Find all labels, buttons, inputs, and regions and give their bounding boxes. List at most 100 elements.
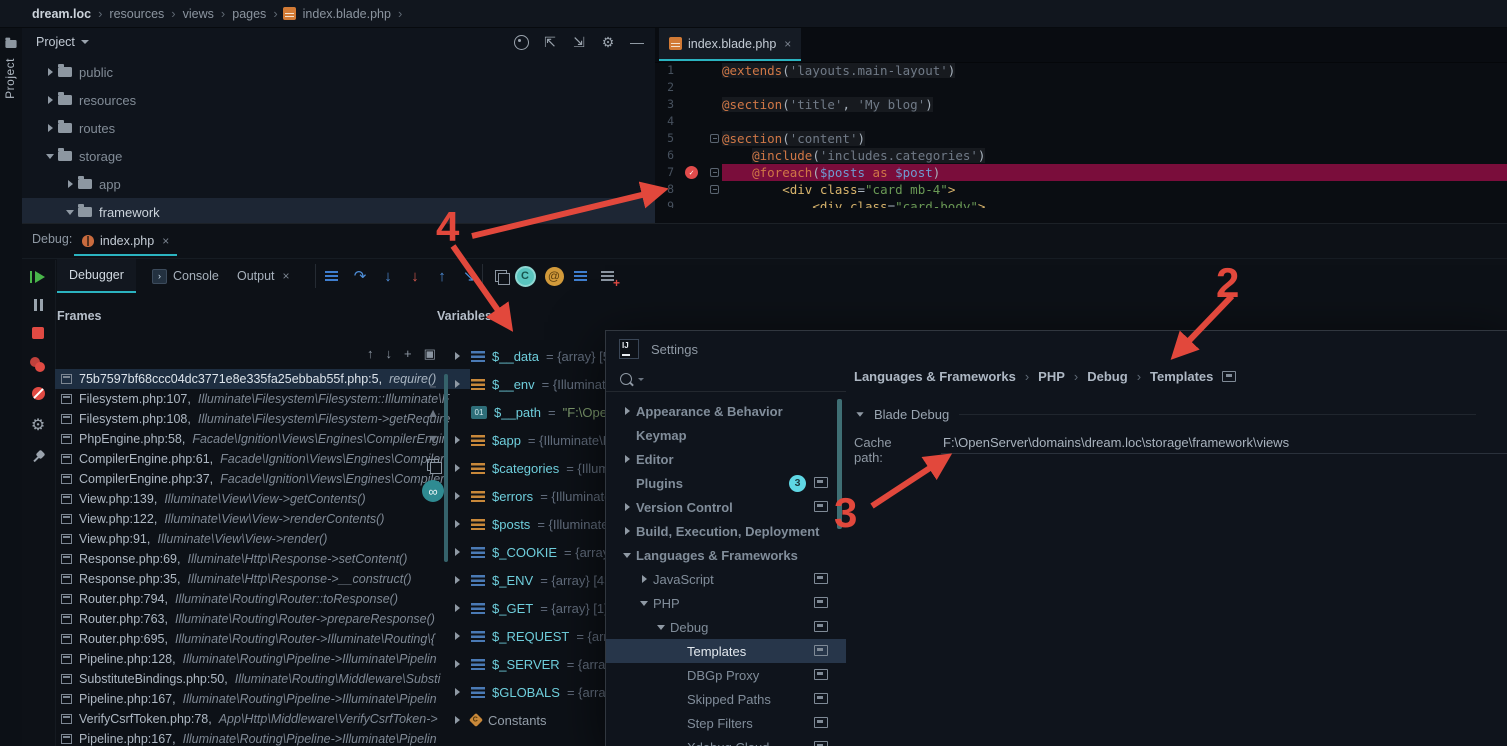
breadcrumb-item[interactable]: views [183,7,214,21]
chevron-down-icon[interactable] [62,209,78,215]
hide-icon[interactable]: — [629,34,645,50]
code-area[interactable]: @extends('layouts.main-layout') @section(… [722,62,1507,208]
frame-row[interactable]: 75b7597bf68ccc04dc3771e8e335fa25ebbab55f… [55,369,470,389]
resume-icon[interactable] [29,268,47,286]
settings-item-plugins[interactable]: Plugins 3 [606,471,846,495]
stop-icon[interactable] [29,324,47,342]
chevron-down-icon[interactable] [637,600,651,606]
fold-marker-icon[interactable] [710,168,719,177]
frame-row[interactable]: PhpEngine.php:58, Facade\Ignition\Views\… [55,429,470,449]
fold-marker-icon[interactable] [710,185,719,194]
chevron-right-icon[interactable] [450,464,464,472]
chevron-right-icon[interactable] [450,660,464,668]
collapse-all-icon[interactable]: ⇲ [571,34,587,50]
frame-row[interactable]: CompilerEngine.php:37, Facade\Ignition\V… [55,469,470,489]
add-icon[interactable]: + [404,346,412,362]
step-over-icon[interactable]: ↷ [349,265,371,287]
editor-gutter[interactable]: 1 2 3 4 5 6 7 ✓ 8 9 [655,62,722,208]
settings-item-appearance-behavior[interactable]: Appearance & Behavior [606,399,846,423]
frames-scrollbar[interactable] [444,374,448,562]
settings-item-javascript[interactable]: JavaScript [606,567,846,591]
numbered-list-icon[interactable] [569,265,591,287]
chevron-right-icon[interactable] [620,455,634,463]
settings-item-keymap[interactable]: Keymap [606,423,846,447]
copy-stack-icon[interactable] [420,452,446,478]
settings-item-dbgp-proxy[interactable]: DBGp Proxy [606,663,846,687]
tab-output[interactable]: Output × [225,259,302,293]
chevron-right-icon[interactable] [450,604,464,612]
frames-list[interactable]: 75b7597bf68ccc04dc3771e8e335fa25ebbab55f… [55,369,470,746]
gutter-line[interactable]: 1 [655,62,722,79]
settings-item-step-filters[interactable]: Step Filters [606,711,846,735]
scroll-down-icon[interactable]: ▼ [420,426,446,452]
settings-item-templates[interactable]: Templates [606,639,846,663]
chevron-right-icon[interactable] [620,407,634,415]
frame-row[interactable]: Pipeline.php:167, Illuminate\Routing\Pip… [55,689,470,709]
infinity-icon[interactable]: ∞ [420,478,446,504]
step-into-icon[interactable]: ↓ [377,265,399,287]
project-tool-window-tab[interactable]: Project [0,28,23,746]
settings-item-build-execution-deployment[interactable]: Build, Execution, Deployment [606,519,846,543]
close-icon[interactable]: × [283,269,290,283]
sidebar-item-framework[interactable]: framework [22,198,655,226]
frame-row[interactable]: Response.php:69, Illuminate\Http\Respons… [55,549,470,569]
settings-item-languages-frameworks[interactable]: Languages & Frameworks [606,543,846,567]
chevron-right-icon[interactable] [620,503,634,511]
breadcrumb-item[interactable]: dream.loc [32,7,91,21]
chevron-right-icon[interactable] [450,548,464,556]
sidebar-item-app[interactable]: app [22,170,655,198]
force-step-into-icon[interactable]: ↓ [404,265,426,287]
settings-item-debug[interactable]: Debug [606,615,846,639]
mute-breakpoints-icon[interactable] [29,384,47,402]
down-icon[interactable]: ↓ [386,346,393,362]
at-sign-icon[interactable]: @ [543,265,565,287]
tab-debugger[interactable]: Debugger [57,259,136,293]
frame-row[interactable]: View.php:139, Illuminate\View\View->getC… [55,489,470,509]
chevron-right-icon[interactable] [42,68,58,76]
settings-tree-scrollbar[interactable] [837,399,842,529]
settings-item-version-control[interactable]: Version Control [606,495,846,519]
chevron-right-icon[interactable] [450,688,464,696]
frame-row[interactable]: Filesystem.php:107, Illuminate\Filesyste… [55,389,470,409]
editor[interactable]: index.blade.php × 1 2 3 4 5 6 7 ✓ 8 9 @extends('l… [655,28,1507,223]
gutter-line[interactable]: 7 ✓ [655,164,722,181]
frame-row[interactable]: Router.php:763, Illuminate\Routing\Route… [55,609,470,629]
breadcrumb-item[interactable]: pages [232,7,266,21]
frame-row[interactable]: VerifyCsrfToken.php:78, App\Http\Middlew… [55,709,470,729]
chevron-right-icon[interactable] [42,124,58,132]
run-to-cursor-icon[interactable]: ↘ [458,265,480,287]
sidebar-item-resources[interactable]: resources [22,86,655,114]
debug-session-tab[interactable]: index.php × [74,227,178,256]
gutter-line[interactable]: 6 [655,147,722,164]
frame-row[interactable]: SubstituteBindings.php:50, Illuminate\Ro… [55,669,470,689]
editor-tab-index-blade-php[interactable]: index.blade.php × [659,28,802,61]
settings-breadcrumb-item[interactable]: PHP [1038,369,1065,384]
blade-debug-section[interactable]: Blade Debug [856,407,1476,422]
chevron-right-icon[interactable] [450,352,464,360]
breadcrumb-item[interactable]: index.blade.php [303,7,391,21]
gutter-line[interactable]: 5 [655,130,722,147]
tab-console[interactable]: › Console [140,259,231,293]
debug-settings-icon[interactable]: ⚙ [29,416,47,434]
gutter-line[interactable]: 8 [655,181,722,198]
fold-marker-icon[interactable] [710,134,719,143]
frame-row[interactable]: Router.php:695, Illuminate\Routing\Route… [55,629,470,649]
cache-path-field[interactable]: F:\OpenServer\domains\dream.loc\storage\… [941,435,1507,454]
settings-item-skipped-paths[interactable]: Skipped Paths [606,687,846,711]
sidebar-item-public[interactable]: public [22,58,655,86]
settings-breadcrumb-item[interactable]: Languages & Frameworks [854,369,1016,384]
up-icon[interactable]: ↑ [367,346,374,362]
expand-all-icon[interactable]: ⇱ [542,34,558,50]
chevron-right-icon[interactable] [450,492,464,500]
restore-layout-icon[interactable] [490,265,512,287]
frame-row[interactable]: Router.php:794, Illuminate\Routing\Route… [55,589,470,609]
view-breakpoints-icon[interactable] [29,356,47,374]
settings-breadcrumb-item[interactable]: Templates [1150,369,1213,384]
frame-row[interactable]: Filesystem.php:108, Illuminate\Filesyste… [55,409,470,429]
pin-icon[interactable] [29,448,47,466]
settings-icon[interactable]: ⚙ [600,34,616,50]
frame-row[interactable]: Response.php:35, Illuminate\Http\Respons… [55,569,470,589]
step-out-icon[interactable]: ↑ [431,265,453,287]
chevron-right-icon[interactable] [450,632,464,640]
sidebar-item-routes[interactable]: routes [22,114,655,142]
